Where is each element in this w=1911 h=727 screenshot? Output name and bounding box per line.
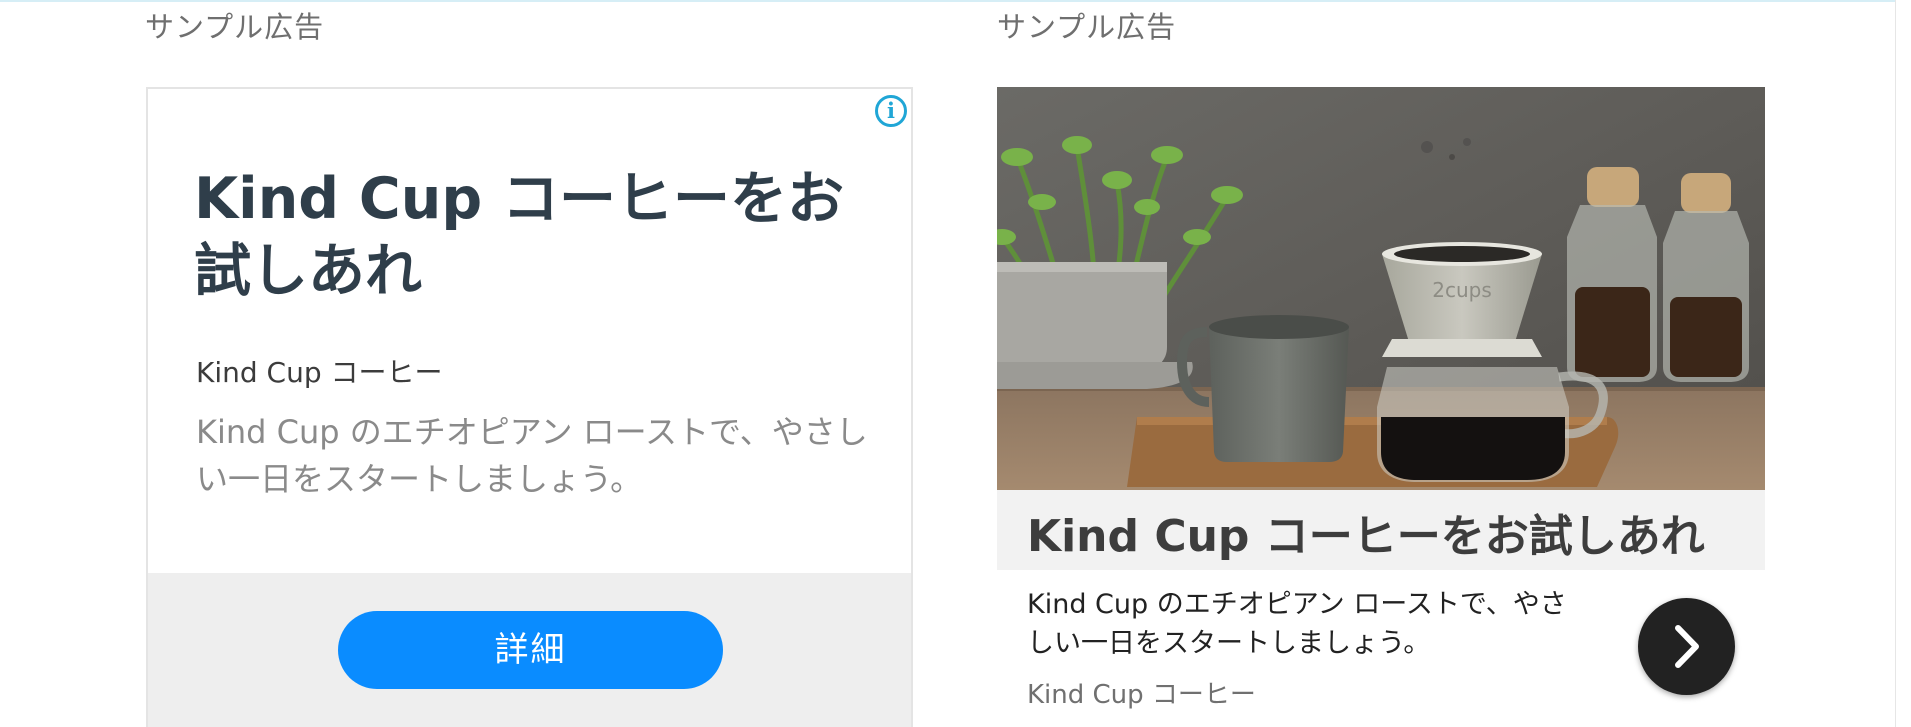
ad-headline[interactable]: Kind Cup コーヒーをお試しあれ [194,163,874,307]
ad-headline-bar: Kind Cup コーヒーをお試しあれ [997,490,1765,570]
text-ad-card[interactable]: i Kind Cup コーヒーをお試しあれ Kind Cup コーヒー Kind… [146,87,913,727]
ad-advertiser: Kind Cup コーヒー [196,356,443,389]
next-arrow-button[interactable] [1638,598,1735,695]
ad-footer: 詳細 [148,573,911,727]
top-border-line [0,0,1911,2]
svg-text:2cups: 2cups [1432,278,1492,302]
scrollbar-track[interactable] [1895,0,1911,727]
ad-photo-coffee[interactable]: 2cups [997,87,1765,490]
ad-description: Kind Cup のエチオピアン ローストで、やさしい一日をスタートしましょう。 [1027,589,1567,659]
details-button[interactable]: 詳細 [338,611,723,689]
ad-advertiser: Kind Cup コーヒー [1027,680,1256,710]
image-ad-card[interactable]: 2cups Kind Cup コーヒーをお試しあれ Kind Cup のエチオピ… [997,87,1765,727]
sample-ad-label-left: サンプル広告 [145,10,325,44]
ad-headline[interactable]: Kind Cup コーヒーをお試しあれ [1027,500,1705,564]
chevron-right-icon [1675,625,1699,668]
ad-description: Kind Cup のエチオピアン ローストで、やさしい一日をスタートしましょう。 [196,413,868,498]
info-icon[interactable]: i [875,95,907,127]
sample-ad-label-right: サンプル広告 [997,10,1177,44]
